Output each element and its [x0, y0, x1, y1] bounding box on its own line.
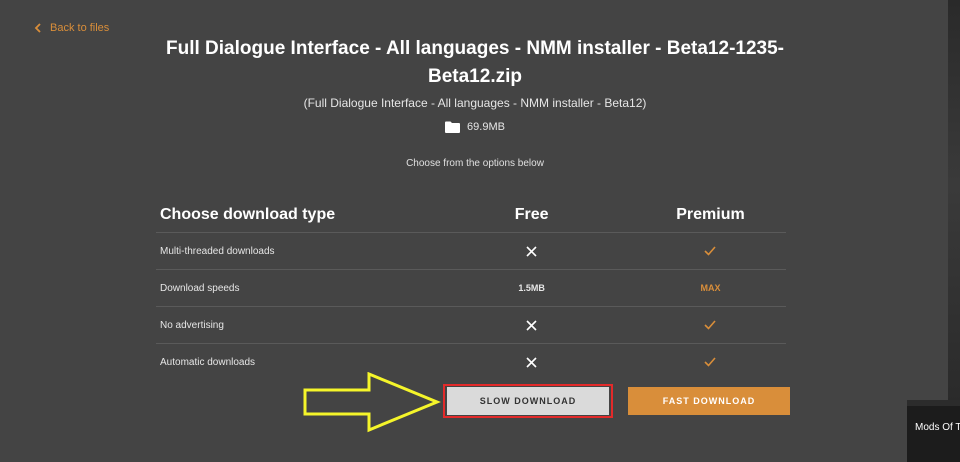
- popup-text: Mods Of T: [915, 422, 960, 433]
- file-title: Full Dialogue Interface - All languages …: [166, 38, 784, 87]
- slow-download-button[interactable]: SLOW DOWNLOAD: [447, 387, 609, 415]
- back-to-files-link[interactable]: Back to files: [34, 20, 109, 36]
- row-label: No advertising: [160, 319, 224, 331]
- row-label: Download speeds: [160, 282, 240, 294]
- mods-popup[interactable]: Mods Of T: [907, 400, 960, 462]
- back-to-files-label: Back to files: [50, 22, 110, 34]
- table-row: No advertising: [156, 307, 786, 344]
- file-size: 69.9MB: [0, 121, 950, 133]
- file-size-value: 69.9MB: [467, 121, 505, 133]
- download-type-table: Choose download type Free Premium Multi-…: [156, 198, 786, 380]
- file-subtitle: (Full Dialogue Interface - All languages…: [303, 96, 647, 110]
- table-row: Automatic downloads: [156, 344, 786, 380]
- table-row: Download speeds 1.5MB MAX: [156, 270, 786, 307]
- cross-icon: [526, 319, 537, 331]
- check-icon: [704, 320, 717, 330]
- header-free: Free: [514, 206, 549, 223]
- free-speed-value: 1.5MB: [518, 283, 545, 293]
- check-icon: [704, 246, 717, 256]
- row-label: Automatic downloads: [160, 356, 256, 368]
- instructions-text: Choose from the options below: [406, 158, 544, 169]
- premium-speed-value: MAX: [700, 283, 721, 293]
- cross-icon: [526, 245, 537, 257]
- table-header-row: Choose download type Free Premium: [156, 198, 786, 233]
- yellow-arrow-annotation: [303, 372, 441, 433]
- header-premium: Premium: [676, 206, 745, 223]
- fast-download-button[interactable]: FAST DOWNLOAD: [628, 387, 790, 415]
- chevron-left-icon: [34, 23, 41, 33]
- check-icon: [704, 357, 717, 367]
- folder-icon: [445, 121, 461, 133]
- row-label: Multi-threaded downloads: [160, 245, 275, 257]
- header-download-type: Choose download type: [160, 206, 336, 223]
- browser-edge-strip: [948, 0, 960, 462]
- popup-tab: [907, 400, 960, 406]
- cross-icon: [526, 356, 537, 368]
- table-row: Multi-threaded downloads: [156, 233, 786, 270]
